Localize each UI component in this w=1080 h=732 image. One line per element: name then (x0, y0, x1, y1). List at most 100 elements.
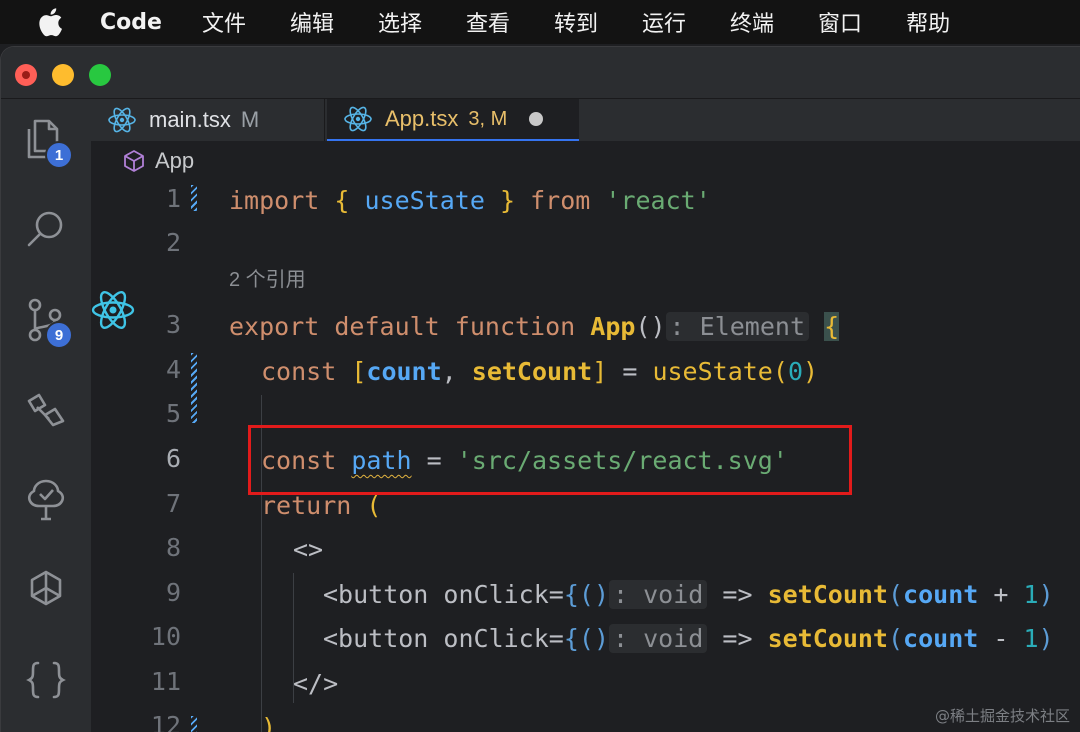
tab-status: M (240, 107, 260, 132)
line-number: 2 (165, 228, 181, 257)
line-number: 3 (165, 310, 181, 339)
testing-icon[interactable] (21, 475, 71, 525)
token-paren: ) (803, 357, 819, 386)
token-operator: = (622, 357, 638, 386)
line-number: 10 (150, 622, 181, 651)
token-paren: ( (366, 491, 382, 520)
token-operator: - (993, 624, 1009, 653)
code-line-9[interactable]: <button onClick={(): void => setCount(co… (323, 578, 1054, 612)
line-number: 5 (165, 399, 181, 428)
token-jsx-tag: <button (323, 624, 429, 653)
code-line-12[interactable]: ) (261, 711, 276, 732)
tab-label: App.tsx (385, 106, 459, 131)
token-function-call: setCount (767, 580, 888, 609)
scm-badge: 9 (45, 321, 73, 349)
token-variable: count (366, 357, 442, 386)
vcs-change-marker (191, 353, 197, 423)
menu-bar: Code 文件 编辑 选择 查看 转到 运行 终端 窗口 帮助 (0, 0, 1080, 44)
menu-window[interactable]: 窗口 (818, 6, 862, 38)
files-icon[interactable]: 1 (21, 115, 73, 169)
zoom-window-button[interactable] (89, 64, 111, 86)
token-jsx-tag: <button (323, 580, 429, 609)
token-function-call: setCount (767, 624, 888, 653)
token-arrow: => (722, 624, 753, 653)
token-number: 0 (787, 357, 803, 386)
codelens-references[interactable]: 2 个引用 (229, 265, 306, 295)
token-operator: + (993, 580, 1009, 609)
tab-status: 3, M (468, 107, 508, 130)
token-parens: () (578, 624, 610, 653)
title-bar (1, 47, 1080, 99)
token-bracket: ] (592, 357, 608, 386)
token-paren: ( (772, 357, 788, 386)
react-file-icon (108, 107, 136, 133)
menu-help[interactable]: 帮助 (906, 6, 950, 38)
code-line-1[interactable]: import { useState } from 'react' (229, 184, 711, 218)
token-paren: ) (1038, 624, 1054, 653)
line-number: 9 (165, 578, 181, 607)
close-window-button[interactable] (15, 64, 37, 86)
token-comma: , (441, 357, 457, 386)
menu-run[interactable]: 运行 (642, 6, 686, 38)
code-line-11[interactable]: </> (293, 667, 338, 701)
line-number: 4 (165, 355, 181, 384)
watermark: @稀土掘金技术社区 (934, 707, 1070, 725)
code-line-10[interactable]: <button onClick={(): void => setCount(co… (323, 622, 1054, 656)
breadcrumb: App (91, 141, 1080, 181)
menu-file[interactable]: 文件 (202, 6, 246, 38)
remote-explorer-icon[interactable] (21, 385, 71, 435)
source-control-icon[interactable]: 9 (21, 295, 73, 349)
token-brace: { (824, 312, 840, 341)
editor-window: 1 9 main.tsx M App.tsx 3, M App 1 2 3 4 … (0, 46, 1080, 732)
token-jsx-fragment: <> (293, 535, 324, 564)
token-keyword: default (334, 312, 440, 341)
line-number: 1 (165, 184, 181, 213)
token-keyword: const (261, 357, 337, 386)
json-braces-icon[interactable] (21, 655, 71, 705)
token-identifier: useState (364, 186, 485, 215)
react-component-icon[interactable] (91, 288, 135, 332)
type-inlay-hint: : void (609, 624, 708, 653)
token-brace: { (563, 580, 579, 609)
menu-view[interactable]: 查看 (466, 6, 510, 38)
line-number: 11 (150, 667, 181, 696)
menu-app-name[interactable]: Code (100, 10, 162, 35)
breadcrumb-symbol[interactable]: App (155, 148, 194, 174)
type-inlay-hint: : void (609, 580, 708, 609)
vcs-change-marker (191, 716, 197, 732)
menu-go[interactable]: 转到 (554, 6, 598, 38)
tab-main-tsx[interactable]: main.tsx M (91, 99, 325, 141)
token-jsx-attr: onClick= (443, 580, 564, 609)
token-arrow: => (722, 580, 753, 609)
line-number: 12 (150, 711, 181, 732)
token-keyword: from (530, 186, 591, 215)
token-function-call: useState (652, 357, 773, 386)
token-keyword: export (229, 312, 320, 341)
line-number: 6 (165, 444, 181, 473)
token-keyword: function (454, 312, 576, 341)
menu-edit[interactable]: 编辑 (290, 6, 334, 38)
code-line-8[interactable]: <> (293, 533, 323, 567)
token-string: 'react' (605, 186, 711, 215)
code-line-4[interactable]: const [count, setCount] = useState(0) (261, 355, 818, 389)
editor-tab-bar: main.tsx M App.tsx 3, M (91, 99, 1080, 141)
minimize-window-button[interactable] (52, 64, 74, 86)
openai-icon[interactable] (21, 565, 71, 615)
token-jsx-attr: onClick= (443, 624, 564, 653)
search-icon[interactable] (21, 205, 71, 255)
explorer-badge: 1 (45, 141, 73, 169)
code-line-3[interactable]: export default function App(): Element { (229, 310, 840, 344)
apple-menu-icon[interactable] (0, 0, 100, 44)
token-paren: ) (261, 713, 277, 732)
type-inlay-hint: : Element (665, 312, 810, 341)
tab-app-tsx[interactable]: App.tsx 3, M (327, 99, 579, 141)
menu-terminal[interactable]: 终端 (730, 6, 774, 38)
token-parens: () (578, 580, 610, 609)
unsaved-dot-icon[interactable] (529, 112, 544, 126)
token-number: 1 (1023, 624, 1039, 653)
token-variable: count (903, 580, 979, 609)
menu-selection[interactable]: 选择 (378, 6, 422, 38)
line-gutter: 1 2 3 4 5 6 7 8 9 10 11 12 (91, 181, 229, 732)
token-parens: () (635, 312, 666, 341)
token-number: 1 (1023, 580, 1039, 609)
